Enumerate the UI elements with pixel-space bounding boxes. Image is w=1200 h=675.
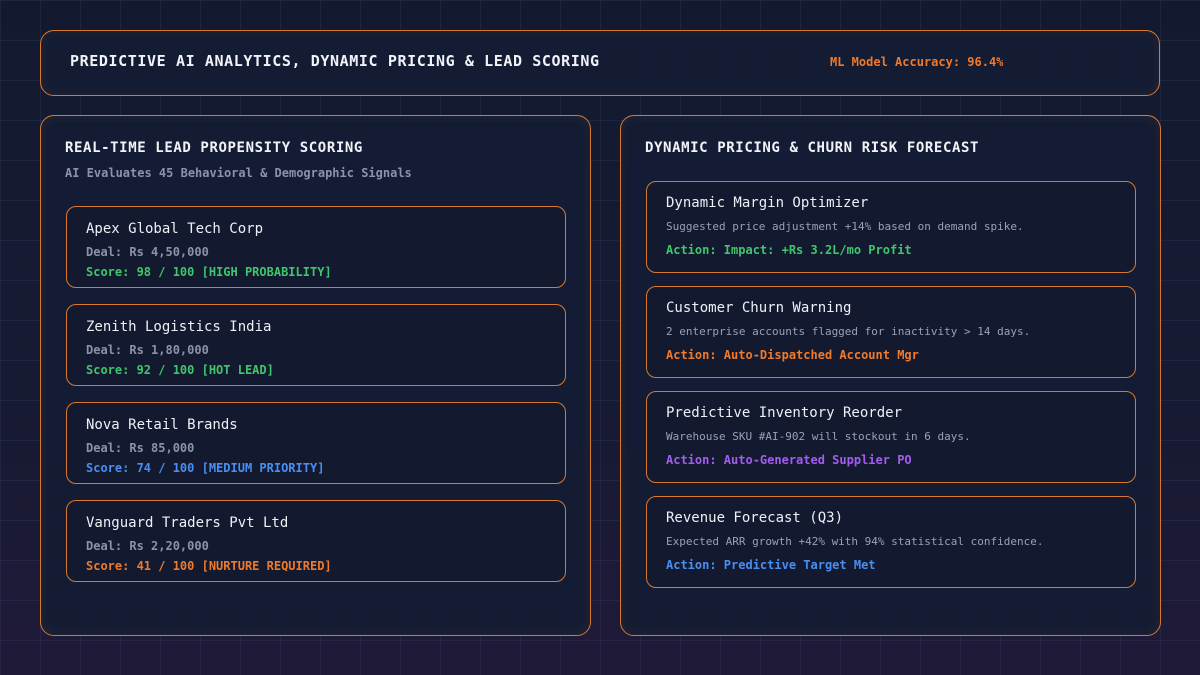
lead-deal-value: Deal: Rs 1,80,000 [86,343,209,357]
forecast-card-title: Predictive Inventory Reorder [666,405,903,421]
page-title: PREDICTIVE AI ANALYTICS, DYNAMIC PRICING… [70,52,600,70]
lead-score: Score: 74 / 100 [MEDIUM PRIORITY] [86,461,325,475]
forecast-card[interactable]: Revenue Forecast (Q3) Expected ARR growt… [646,496,1136,588]
lead-scoring-panel: REAL-TIME LEAD PROPENSITY SCORING AI Eva… [40,115,591,636]
forecast-card-description: Suggested price adjustment +14% based on… [666,220,1024,233]
forecast-card-action: Action: Predictive Target Met [666,558,876,572]
lead-name: Zenith Logistics India [86,319,272,335]
forecast-title: DYNAMIC PRICING & CHURN RISK FORECAST [645,140,980,156]
lead-deal-value: Deal: Rs 85,000 [86,441,195,455]
lead-name: Vanguard Traders Pvt Ltd [86,515,289,531]
lead-score: Score: 98 / 100 [HIGH PROBABILITY] [86,265,332,279]
lead-card[interactable]: Apex Global Tech Corp Deal: Rs 4,50,000 … [66,206,566,288]
forecast-card-title: Dynamic Margin Optimizer [666,195,869,211]
forecast-card-action: Action: Auto-Generated Supplier PO [666,453,912,467]
lead-scoring-title: REAL-TIME LEAD PROPENSITY SCORING [65,140,363,156]
model-accuracy-metric: ML Model Accuracy: 96.4% [830,55,1004,69]
lead-deal-value: Deal: Rs 2,20,000 [86,539,209,553]
forecast-card[interactable]: Dynamic Margin Optimizer Suggested price… [646,181,1136,273]
lead-name: Nova Retail Brands [86,417,238,433]
lead-card[interactable]: Vanguard Traders Pvt Ltd Deal: Rs 2,20,0… [66,500,566,582]
lead-deal-value: Deal: Rs 4,50,000 [86,245,209,259]
lead-scoring-subtitle: AI Evaluates 45 Behavioral & Demographic… [65,166,412,180]
lead-card[interactable]: Zenith Logistics India Deal: Rs 1,80,000… [66,304,566,386]
header-banner: PREDICTIVE AI ANALYTICS, DYNAMIC PRICING… [40,30,1160,96]
forecast-card-description: Warehouse SKU #AI-902 will stockout in 6… [666,430,971,443]
lead-score: Score: 41 / 100 [NURTURE REQUIRED] [86,559,332,573]
forecast-card[interactable]: Customer Churn Warning 2 enterprise acco… [646,286,1136,378]
forecast-card[interactable]: Predictive Inventory Reorder Warehouse S… [646,391,1136,483]
forecast-panel: DYNAMIC PRICING & CHURN RISK FORECAST Dy… [620,115,1161,636]
forecast-card-title: Revenue Forecast (Q3) [666,510,844,526]
forecast-card-action: Action: Auto-Dispatched Account Mgr [666,348,919,362]
lead-name: Apex Global Tech Corp [86,221,264,237]
forecast-card-title: Customer Churn Warning [666,300,852,316]
lead-card[interactable]: Nova Retail Brands Deal: Rs 85,000 Score… [66,402,566,484]
forecast-card-description: Expected ARR growth +42% with 94% statis… [666,535,1044,548]
forecast-card-description: 2 enterprise accounts flagged for inacti… [666,325,1031,338]
lead-score: Score: 92 / 100 [HOT LEAD] [86,363,274,377]
forecast-card-action: Action: Impact: +Rs 3.2L/mo Profit [666,243,912,257]
